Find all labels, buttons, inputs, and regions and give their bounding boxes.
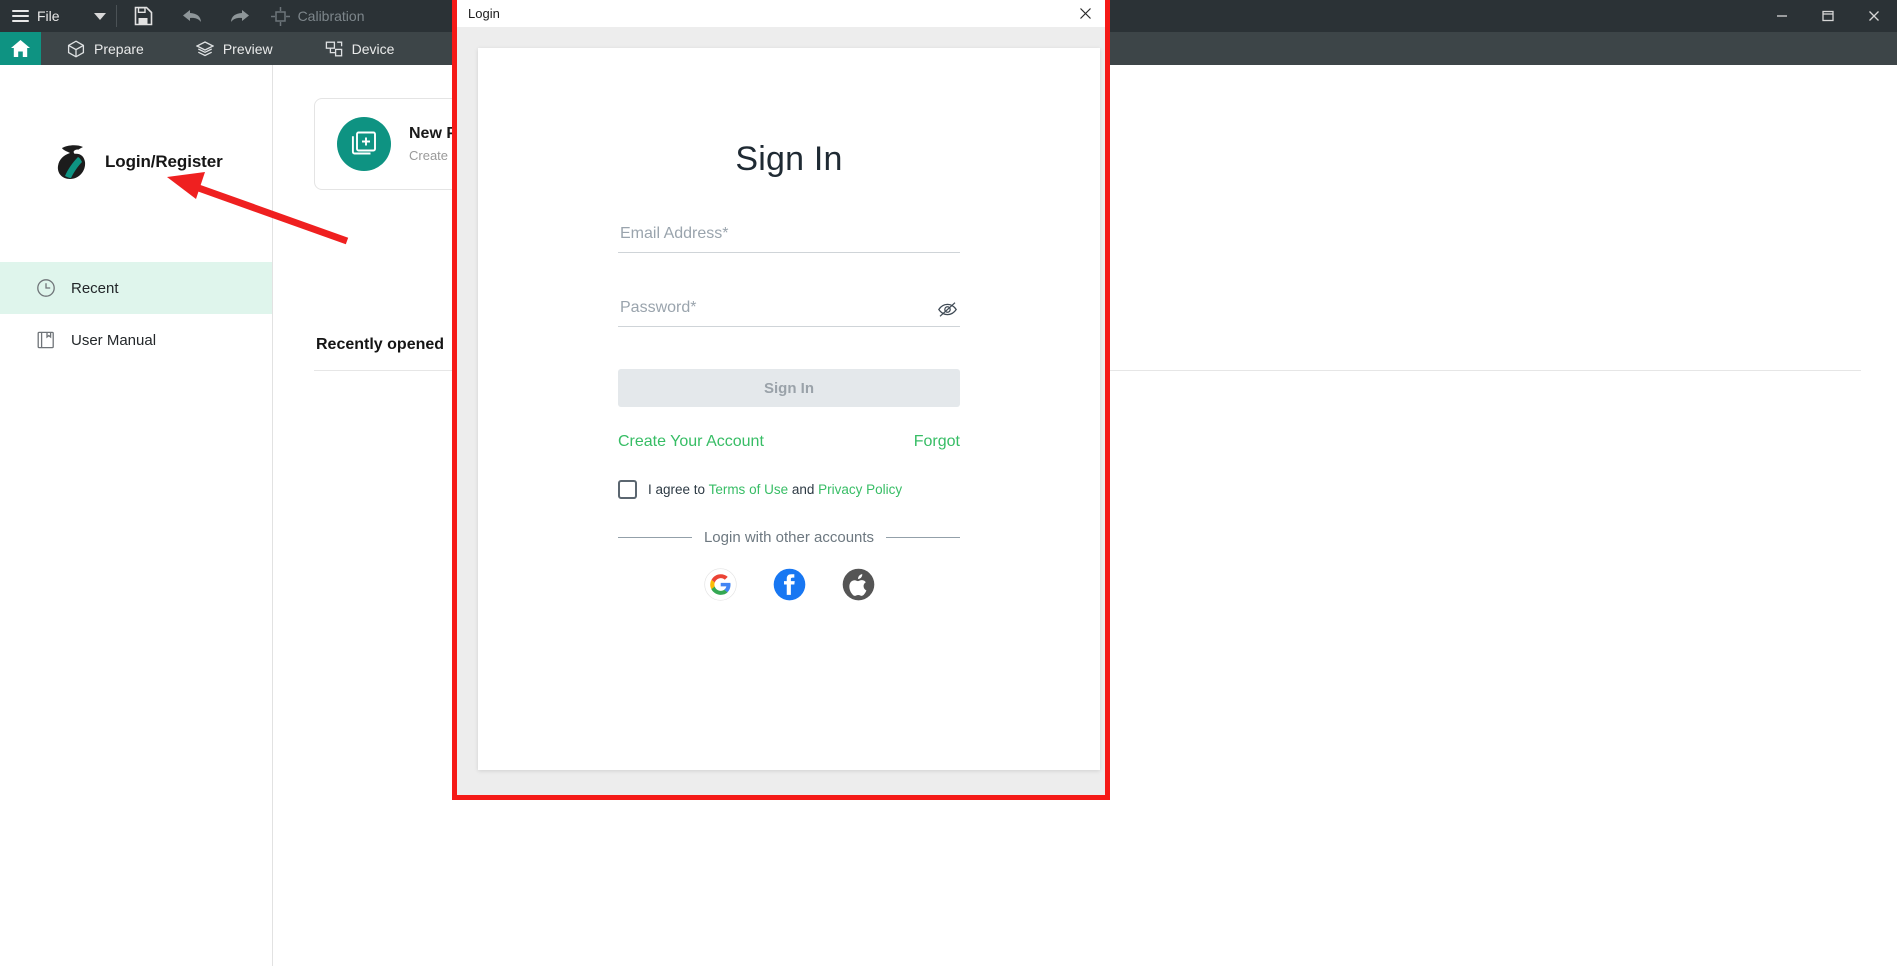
toolbar-divider xyxy=(115,5,117,27)
agree-checkbox[interactable] xyxy=(618,480,637,499)
redo-button[interactable] xyxy=(223,0,257,32)
chevron-down-icon[interactable] xyxy=(93,12,106,20)
login-card: Sign In Email Address* Sign In Create Yo… xyxy=(478,48,1100,770)
tab-prepare[interactable]: Prepare xyxy=(41,32,170,65)
sidebar-item-recent[interactable]: Recent xyxy=(0,262,272,314)
tab-prepare-label: Prepare xyxy=(94,40,144,57)
minimize-button[interactable] xyxy=(1759,0,1805,32)
new-project-icon xyxy=(351,131,376,155)
sign-in-submit-label: Sign In xyxy=(764,379,814,397)
new-project-text: New P Create xyxy=(409,125,457,163)
tab-preview-label: Preview xyxy=(222,40,273,57)
clock-icon xyxy=(37,279,55,297)
agree-text: I agree to Terms of Use and Privacy Poli… xyxy=(648,482,902,497)
forgot-password-link[interactable]: Forgot xyxy=(914,433,960,451)
application-window: File Calibration Prepare Preview Device … xyxy=(0,0,1897,966)
undo-icon xyxy=(182,10,201,22)
sidebar-item-user-manual[interactable]: User Manual xyxy=(0,314,272,366)
modal-body: Sign In Email Address* Sign In Create Yo… xyxy=(457,27,1105,795)
minimize-icon xyxy=(1777,15,1787,17)
sidebar-item-recent-label: Recent xyxy=(71,279,119,297)
modal-titlebar: Login xyxy=(457,0,1105,27)
bird-logo-icon xyxy=(57,145,86,179)
divider-line-left xyxy=(618,537,692,538)
layers-icon xyxy=(195,40,214,56)
login-register-button[interactable]: Login/Register xyxy=(0,65,272,181)
social-login-row xyxy=(618,568,960,601)
calibration-label: Calibration xyxy=(297,8,365,24)
save-button[interactable] xyxy=(127,0,161,32)
facebook-login-button[interactable] xyxy=(773,568,806,601)
password-field-wrap xyxy=(618,299,960,327)
create-account-link[interactable]: Create Your Account xyxy=(618,433,764,451)
recently-opened-heading: Recently opened xyxy=(316,336,445,353)
divider-line-right xyxy=(886,537,961,538)
privacy-policy-link[interactable]: Privacy Policy xyxy=(818,482,902,497)
calibration-button[interactable]: Calibration xyxy=(270,6,365,26)
cube-icon xyxy=(67,39,85,58)
other-accounts-divider: Login with other accounts xyxy=(618,529,961,546)
close-icon xyxy=(1079,7,1091,19)
google-login-button[interactable] xyxy=(703,568,737,601)
modal-close-button[interactable] xyxy=(1069,0,1101,27)
hamburger-icon xyxy=(12,10,29,22)
other-accounts-label: Login with other accounts xyxy=(703,529,875,546)
google-icon xyxy=(703,568,737,601)
window-controls xyxy=(1759,0,1897,32)
sign-in-submit-button[interactable]: Sign In xyxy=(618,369,960,407)
password-visibility-toggle[interactable] xyxy=(936,298,958,320)
apple-icon xyxy=(842,568,874,601)
login-modal: Login Sign In Email Address* Sign In Cre… xyxy=(452,0,1110,800)
new-project-icon-wrap xyxy=(337,117,391,171)
file-menu-button[interactable]: File xyxy=(0,0,72,32)
sign-in-heading: Sign In xyxy=(735,140,843,178)
login-register-label: Login/Register xyxy=(105,152,223,171)
tab-device-label: Device xyxy=(351,40,395,57)
facebook-icon xyxy=(773,568,805,601)
modal-title: Login xyxy=(468,5,500,21)
device-icon xyxy=(325,41,342,56)
maximize-button[interactable] xyxy=(1805,0,1851,32)
agree-prefix: I agree to xyxy=(648,482,706,497)
terms-agreement-row: I agree to Terms of Use and Privacy Poli… xyxy=(618,480,960,499)
terms-of-use-link[interactable]: Terms of Use xyxy=(709,482,789,497)
calibration-icon xyxy=(270,6,290,26)
home-icon xyxy=(11,40,30,57)
new-project-subtitle: Create xyxy=(409,148,449,163)
save-icon xyxy=(134,6,153,26)
auth-links-row: Create Your Account Forgot xyxy=(618,433,960,451)
new-project-title: New P xyxy=(409,125,458,142)
email-field-wrap xyxy=(618,225,960,253)
sidebar-list: Recent User Manual xyxy=(0,262,272,366)
close-button[interactable] xyxy=(1851,0,1897,32)
close-icon xyxy=(1869,11,1879,21)
agree-conjunction: and xyxy=(791,482,815,497)
login-form xyxy=(618,225,960,327)
file-menu-label: File xyxy=(37,8,60,24)
sidebar: Login/Register Recent User Manual xyxy=(0,65,273,966)
undo-button[interactable] xyxy=(175,0,209,32)
home-tab[interactable] xyxy=(0,32,41,65)
sidebar-item-user-manual-label: User Manual xyxy=(71,331,157,349)
apple-login-button[interactable] xyxy=(842,568,875,601)
book-icon xyxy=(37,331,54,349)
redo-icon xyxy=(230,10,249,22)
password-input[interactable] xyxy=(618,299,960,327)
email-input[interactable] xyxy=(618,225,960,253)
tab-preview[interactable]: Preview xyxy=(170,32,299,65)
maximize-icon xyxy=(1822,10,1834,22)
eye-off-icon xyxy=(937,301,957,317)
tab-device[interactable]: Device xyxy=(299,32,421,65)
